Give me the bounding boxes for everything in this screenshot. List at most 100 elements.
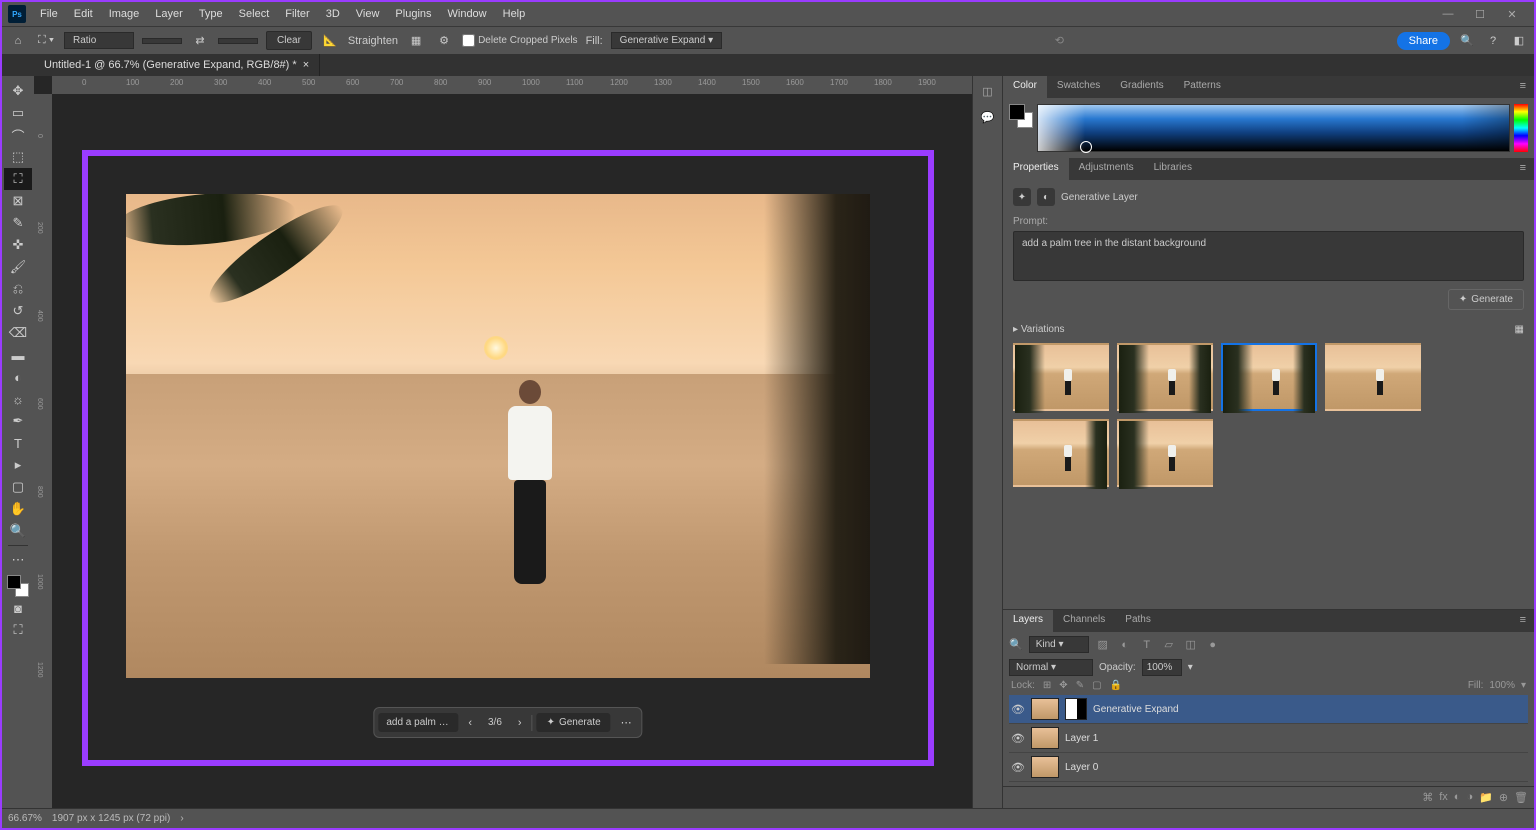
properties-panel-menu[interactable]: ≡ [1512, 158, 1534, 180]
filter-smart-icon[interactable]: ◫ [1183, 637, 1199, 653]
taskbar-generate-button[interactable]: ✦ Generate [537, 713, 611, 732]
filter-toggle[interactable]: ● [1205, 637, 1221, 653]
color-swatches[interactable] [7, 575, 29, 597]
variations-grid-icon[interactable]: ▦ [1515, 324, 1524, 335]
help-icon[interactable]: ? [1484, 32, 1502, 50]
lock-pixel-icon[interactable]: ✎ [1074, 680, 1086, 691]
type-tool[interactable]: T [4, 432, 32, 454]
lock-icon[interactable]: 🔒 [1108, 680, 1124, 691]
frame-tool[interactable]: ⊠ [4, 190, 32, 212]
layer-row-2[interactable]: 👁 Layer 0 [1009, 753, 1528, 782]
tab-swatches[interactable]: Swatches [1047, 76, 1110, 98]
undo-icon[interactable]: ⟲ [730, 34, 1389, 47]
screenmode-tool[interactable]: ⛶ [4, 619, 32, 641]
pen-tool[interactable]: ✒ [4, 410, 32, 432]
tab-adjustments[interactable]: Adjustments [1069, 158, 1144, 180]
panel-icon-2[interactable]: 💬 [979, 108, 997, 126]
ratio-w[interactable] [142, 38, 182, 44]
layer-mask-thumb[interactable] [1065, 698, 1087, 720]
lock-all-icon[interactable]: ⊞ [1041, 680, 1053, 691]
filter-shape-icon[interactable]: ▱ [1161, 637, 1177, 653]
fill-input[interactable]: 100% [1489, 680, 1515, 691]
window-minimize[interactable]: — [1432, 8, 1464, 20]
color-cursor[interactable] [1080, 141, 1092, 153]
tab-libraries[interactable]: Libraries [1144, 158, 1202, 180]
filter-adjust-icon[interactable]: ◐ [1117, 637, 1133, 653]
layer-thumb[interactable] [1031, 698, 1059, 720]
window-close[interactable]: ✕ [1496, 8, 1528, 21]
window-maximize[interactable]: ☐ [1464, 8, 1496, 21]
delete-layer-icon[interactable]: 🗑 [1514, 791, 1528, 804]
menu-filter[interactable]: Filter [277, 4, 317, 24]
filter-type-icon[interactable]: T [1139, 637, 1155, 653]
menu-layer[interactable]: Layer [147, 4, 191, 24]
edit-toolbar[interactable]: ⋯ [4, 549, 32, 571]
tab-paths[interactable]: Paths [1115, 610, 1161, 632]
color-swatch-pair[interactable] [1009, 104, 1033, 152]
eyedropper-tool[interactable]: ✎ [4, 212, 32, 234]
visibility-icon[interactable]: 👁 [1011, 761, 1025, 774]
search-icon[interactable]: 🔍 [1458, 32, 1476, 50]
layer-row-0[interactable]: 👁Generative Expand [1009, 695, 1528, 724]
variation-thumb-4[interactable] [1013, 419, 1109, 487]
color-field[interactable] [1037, 104, 1510, 152]
variation-thumb-5[interactable] [1117, 419, 1213, 487]
next-variation-button[interactable]: › [512, 713, 528, 733]
dodge-tool[interactable]: ☼ [4, 388, 32, 410]
clone-stamp-tool[interactable]: ⎌ [4, 278, 32, 300]
fill-mode-select[interactable]: Generative Expand ▾ [611, 32, 722, 49]
layers-panel-menu[interactable]: ≡ [1512, 610, 1534, 632]
generate-button[interactable]: ✦ Generate [1448, 289, 1524, 310]
prompt-input[interactable]: add a palm tree in the distant backgroun… [1013, 231, 1524, 281]
marquee-tool[interactable]: ▭ [4, 102, 32, 124]
menu-edit[interactable]: Edit [66, 4, 101, 24]
layer-thumb[interactable] [1031, 756, 1059, 778]
menu-3d[interactable]: 3D [318, 4, 348, 24]
menu-window[interactable]: Window [440, 4, 495, 24]
filter-pixel-icon[interactable]: ▨ [1095, 637, 1111, 653]
straighten-icon[interactable]: 📐 [320, 31, 340, 51]
hue-slider[interactable] [1514, 104, 1528, 152]
ratio-select[interactable]: Ratio [64, 32, 134, 49]
layer-name[interactable]: Layer 1 [1065, 733, 1098, 744]
swap-dims-icon[interactable]: ⇄ [190, 31, 210, 51]
grid-overlay-icon[interactable]: ▦ [406, 31, 426, 51]
layer-name[interactable]: Layer 0 [1065, 762, 1098, 773]
quickmask-tool[interactable]: ◙ [4, 597, 32, 619]
lock-artboard-icon[interactable]: ▢ [1090, 680, 1103, 691]
menu-plugins[interactable]: Plugins [387, 4, 439, 24]
tab-color[interactable]: Color [1003, 76, 1047, 98]
workspace-icon[interactable]: ◧ [1510, 32, 1528, 50]
prev-variation-button[interactable]: ‹ [462, 713, 478, 733]
document-tab[interactable]: Untitled-1 @ 66.7% (Generative Expand, R… [34, 54, 320, 76]
tab-channels[interactable]: Channels [1053, 610, 1115, 632]
delete-cropped-checkbox[interactable]: Delete Cropped Pixels [462, 34, 578, 47]
menu-help[interactable]: Help [495, 4, 534, 24]
eraser-tool[interactable]: ⌫ [4, 322, 32, 344]
tab-patterns[interactable]: Patterns [1174, 76, 1231, 98]
blend-mode-select[interactable]: Normal ▾ [1009, 659, 1093, 676]
close-icon[interactable]: × [303, 59, 309, 71]
foreground-color[interactable] [7, 575, 21, 589]
healing-tool[interactable]: ✜ [4, 234, 32, 256]
color-panel-menu[interactable]: ≡ [1512, 76, 1534, 98]
filter-kind-select[interactable]: Kind ▾ [1029, 636, 1089, 653]
new-layer-icon[interactable]: ⊕ [1499, 791, 1508, 804]
visibility-icon[interactable]: 👁 [1011, 732, 1025, 745]
menu-file[interactable]: File [32, 4, 66, 24]
history-brush-tool[interactable]: ↺ [4, 300, 32, 322]
new-group-icon[interactable]: 📁 [1479, 791, 1493, 804]
hand-tool[interactable]: ✋ [4, 498, 32, 520]
menu-select[interactable]: Select [231, 4, 278, 24]
clear-button[interactable]: Clear [266, 31, 312, 50]
variation-thumb-3[interactable] [1325, 343, 1421, 411]
zoom-tool[interactable]: 🔍 [4, 520, 32, 542]
brush-tool[interactable]: 🖌 [4, 256, 32, 278]
menu-view[interactable]: View [348, 4, 388, 24]
tab-gradients[interactable]: Gradients [1110, 76, 1173, 98]
path-select-tool[interactable]: ▸ [4, 454, 32, 476]
layer-thumb[interactable] [1031, 727, 1059, 749]
variation-thumb-2[interactable] [1221, 343, 1317, 411]
layer-name[interactable]: Generative Expand [1093, 704, 1179, 715]
layer-mask-icon[interactable]: ◐ [1454, 791, 1461, 804]
